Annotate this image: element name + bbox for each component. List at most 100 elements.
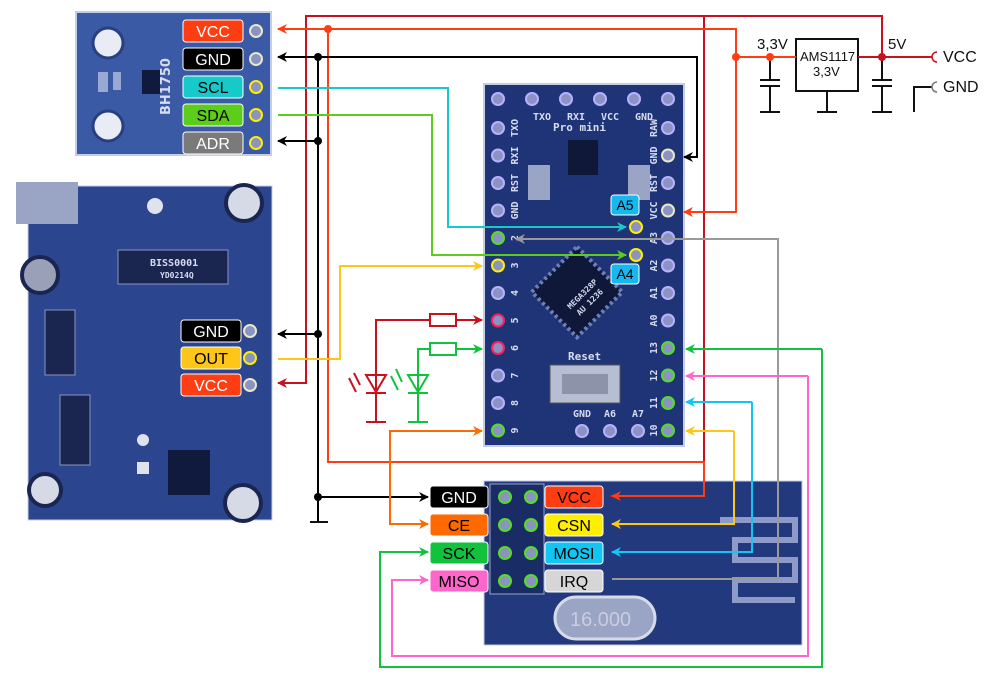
nrf24-pad-right [524, 546, 538, 560]
pro-mini-pin-6 [491, 341, 505, 355]
bh1750-pin-sda: SDA [182, 103, 244, 127]
pro-mini-pin-3 [491, 258, 505, 273]
bh1750-pin-gnd: GND [182, 47, 244, 71]
pro-mini-pin-10 [661, 423, 675, 438]
wire-3v3-to-promini-vcc [683, 57, 737, 217]
pro-mini-pin-label: 9 [510, 427, 521, 433]
smd-component [113, 72, 121, 90]
pro-mini-pin-label: 13 [649, 342, 660, 354]
nrf24-pin-miso: MISO [429, 569, 489, 593]
nrf24-pin-ce-text: CE [448, 518, 470, 535]
pro-mini-top-pin-label: TXO [533, 112, 551, 123]
crystal-label: 16.000 [570, 609, 631, 631]
red-led [348, 313, 457, 423]
pro-mini-pin-7 [491, 368, 505, 383]
bh1750-pad-sda [249, 108, 263, 122]
wire-junction [314, 493, 322, 501]
pro-mini-pin-8 [491, 396, 505, 410]
pro-mini-pin-2 [491, 231, 505, 245]
bh1750-pad-gnd [249, 52, 263, 66]
nrf24-pin-vcc: VCC [544, 485, 604, 509]
bh1750-pin-vcc-text: VCC [196, 24, 230, 41]
wire-junction [314, 137, 322, 145]
pro-mini-pin-label: TXO [510, 119, 521, 137]
vcc-terminal-icon[interactable] [931, 51, 938, 63]
nrf24-pad-right [524, 574, 538, 588]
nrf24-pad-right [524, 490, 538, 504]
wire-junction [314, 330, 322, 338]
pro-mini-top-pin-rxi [559, 92, 573, 106]
bh1750-pin-gnd-text: GND [195, 52, 231, 69]
nrf24-pin-irq: IRQ [544, 569, 604, 593]
pro-mini-pin-label: RAW [649, 118, 660, 137]
pro-mini-bottom-pin-a6 [603, 424, 617, 438]
pro-mini-bottom-pin-label: GND [573, 409, 591, 420]
pro-mini-pin-9 [491, 423, 505, 438]
bh1750-pad-vcc [249, 24, 263, 38]
pro-mini-pin-label: 5 [510, 317, 521, 323]
pro-mini-pin-label: 7 [510, 372, 521, 378]
capacitor [224, 183, 264, 223]
bh1750-pin-scl: SCL [182, 75, 244, 99]
nrf24-pin-gnd-text: GND [441, 490, 477, 507]
nrf24-pad-right [524, 518, 538, 532]
green-led [390, 342, 457, 423]
nrf24-pin-mosi-text: MOSI [554, 546, 595, 563]
wire-d9-to-ce [389, 426, 483, 525]
nrf24-pin-irq-text: IRQ [560, 574, 588, 591]
pro-mini-bottom-pin-label: A7 [632, 409, 644, 420]
status-leds [348, 313, 457, 423]
bh1750-pin-sda-text: SDA [197, 108, 230, 125]
pro-mini-top-pin-gnd [661, 92, 675, 106]
nrf24-pad-ce [498, 518, 512, 532]
pro-mini-pin-label: A0 [649, 314, 660, 326]
pro-mini-pin-label: 8 [510, 400, 521, 406]
bh1750-pin-vcc: VCC [182, 19, 244, 43]
pro-mini-top-pin-vcc [593, 92, 607, 106]
pro-mini-pin-5 [491, 313, 505, 328]
pir-pin-gnd-text: GND [193, 324, 229, 341]
pir-connector [16, 182, 78, 224]
resistor-green [429, 342, 457, 356]
pro-mini-pin-label: 10 [649, 424, 660, 436]
pro-mini-pin-a2 [661, 258, 675, 273]
pir-pad-gnd [243, 324, 257, 338]
pro-mini-pin-label: 3 [510, 262, 521, 268]
pro-mini-pin-a4 [629, 248, 643, 262]
nrf24-module: 16.000 [483, 480, 803, 646]
pro-mini-top-pin-label: VCC [601, 112, 619, 123]
bh1750-pad-adr [249, 136, 263, 150]
wiring-diagram: BH1750 VCCGNDSCLSDAADR BISS0001 YD0214Q … [16, 11, 979, 668]
reset-label: Reset [568, 350, 601, 363]
bh1750-pin-adr-text: ADR [196, 136, 230, 153]
bh1750-pad-scl [249, 80, 263, 94]
vcc-input-label: VCC [943, 49, 977, 66]
capacitor [223, 483, 263, 523]
pir-pad-out [243, 351, 257, 365]
regulator-chip [168, 450, 210, 495]
pro-mini-pin-a0 [661, 313, 675, 328]
gnd-terminal-icon[interactable] [931, 81, 938, 93]
nrf24-pad-miso [498, 574, 512, 588]
pro-mini-pin-raw [661, 121, 675, 135]
bh1750-pin-scl-text: SCL [197, 80, 228, 97]
mount-hole [147, 198, 163, 214]
pir-pin-out: OUT [180, 346, 242, 370]
pro-mini-pin-13 [661, 341, 675, 355]
regulator-gnd-icon [817, 91, 837, 113]
pro-mini-pin-rst [491, 176, 505, 190]
pro-mini-pin-label: VCC [649, 201, 660, 219]
pro-mini-top-pin-dtr [491, 92, 505, 106]
callout-text: A5 [616, 197, 633, 213]
rail-3v3-label: 3,3V [757, 36, 788, 53]
pro-mini-top-pin-label: RXI [567, 112, 585, 123]
nrf24-pin-csn: CSN [544, 513, 604, 537]
nrf24-pin-ce: CE [429, 513, 489, 537]
capacitor-3v3-icon [760, 57, 780, 113]
bh1750-pin-adr: ADR [182, 131, 244, 155]
capacitor [27, 472, 63, 508]
smd-component [44, 309, 76, 376]
pro-mini-top-pin-txo [525, 92, 539, 106]
wire-junction [314, 53, 322, 61]
nrf24-pad-sck [498, 546, 512, 560]
